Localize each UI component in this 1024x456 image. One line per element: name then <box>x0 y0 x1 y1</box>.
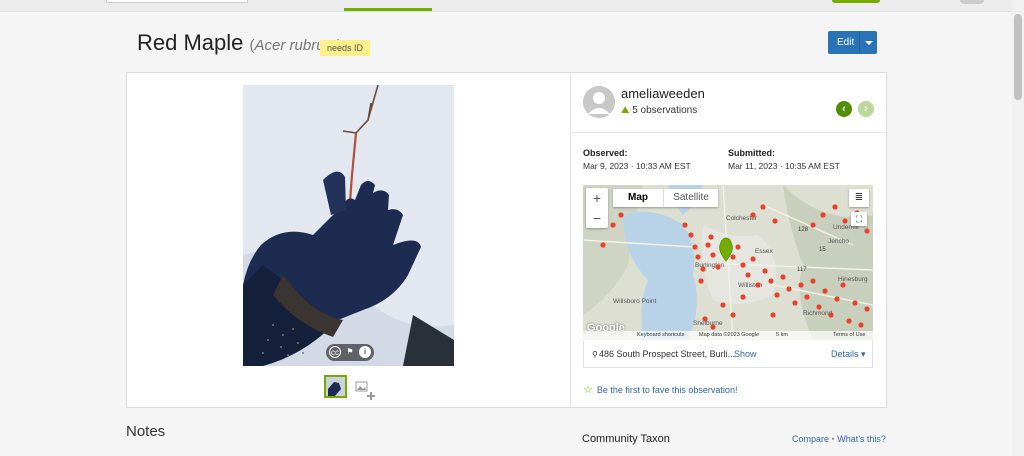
account-avatar[interactable] <box>960 0 984 4</box>
map-label-richmond: Richmond <box>803 310 833 317</box>
site-search-input[interactable] <box>106 0 248 3</box>
creative-commons-icon[interactable]: cc <box>329 346 341 358</box>
map-label-willsboro-point: Willsboro Point <box>613 298 657 305</box>
location-address: 486 South Prospect Street, Burli... <box>599 349 736 359</box>
community-taxon-links: Compare • What's this? <box>792 434 886 444</box>
scrollbar-thumb[interactable] <box>1014 14 1022 100</box>
observation-map[interactable]: Colchester Essex Williston Richmond Will… <box>583 185 873 340</box>
road-label-15: 15 <box>819 247 826 253</box>
fave-observation-link[interactable]: ☆ Be the first to fave this observation! <box>583 383 737 396</box>
whats-this-link[interactable]: What's this? <box>837 434 886 444</box>
details-label: Details <box>831 349 859 359</box>
page-scrollbar[interactable] <box>1012 0 1024 456</box>
caret-down-icon: ▾ <box>861 349 866 359</box>
user-avatar[interactable] <box>583 86 615 118</box>
photo-thumbnail[interactable] <box>324 375 347 398</box>
map-label-hinesburg: Hinesburg <box>838 276 868 283</box>
edit-dropdown-toggle[interactable] <box>859 31 877 54</box>
caret-down-icon <box>865 41 873 45</box>
compare-link[interactable]: Compare <box>792 434 829 444</box>
chevron-right-icon: › <box>864 103 868 115</box>
map-label-essex: Essex <box>755 248 773 255</box>
notes-heading: Notes <box>126 423 166 440</box>
show-location-link[interactable]: Show <box>734 349 757 359</box>
edit-button[interactable]: Edit <box>828 31 877 54</box>
gloved-hand-twig-illustration <box>243 85 454 366</box>
observation-card: cc ⚑ i ameliaweeden ⛰ 5 observations ‹ ›… <box>126 72 887 408</box>
map-terrain: Colchester Essex Williston Richmond Will… <box>583 185 873 340</box>
flag-icon[interactable]: ⚑ <box>344 346 356 358</box>
star-icon: ☆ <box>583 384 593 396</box>
satellite-tab[interactable]: Satellite <box>663 189 718 207</box>
common-name: Red Maple <box>137 30 244 55</box>
keyboard-shortcuts-link[interactable]: Keyboard shortcuts <box>637 332 684 338</box>
zoom-in-button[interactable]: + <box>586 188 608 208</box>
thumbnail-image <box>326 377 345 396</box>
next-observation-button[interactable]: › <box>858 101 874 117</box>
observations-count[interactable]: ⛰ 5 observations <box>621 105 697 116</box>
observed-label: Observed: <box>583 148 628 158</box>
details-dropdown[interactable]: Details ▾ <box>831 349 866 360</box>
submitted-date: Mar 11, 2023 · 10:35 AM EST <box>728 161 840 171</box>
community-taxon-heading: Community Taxon <box>582 433 670 445</box>
observations-count-label: 5 observations <box>632 105 698 116</box>
map-tab[interactable]: Map <box>613 189 663 207</box>
chevron-left-icon: ‹ <box>842 103 846 115</box>
add-photo-icon[interactable] <box>355 379 377 401</box>
map-attribution-bar: Keyboard shortcuts Map data ©2023 Google… <box>583 331 873 340</box>
photo-license-bar: cc ⚑ i <box>326 344 374 361</box>
road-label-117: 117 <box>797 267 807 273</box>
zoom-controls: + − <box>586 188 608 228</box>
username-link[interactable]: ameliaweeden <box>621 86 705 101</box>
card-divider <box>570 73 571 407</box>
quality-grade-badge: needs ID <box>320 40 371 56</box>
fave-label: Be the first to fave this observation! <box>596 385 738 395</box>
section-separator <box>571 132 887 133</box>
edit-label: Edit <box>837 37 855 48</box>
active-nav-indicator <box>344 8 432 11</box>
previous-observation-button[interactable]: ‹ <box>836 101 852 117</box>
page-title: Red Maple (Acer rubrum) <box>137 30 342 55</box>
road-label-128: 128 <box>798 227 809 233</box>
fullscreen-icon: ⛶ <box>855 214 863 224</box>
map-label-jericho: Jericho <box>828 238 849 245</box>
layers-icon: ≣ <box>854 192 864 203</box>
map-type-toggle: Map Satellite <box>613 189 718 207</box>
submitted-label: Submitted: <box>728 148 775 158</box>
link-separator: • <box>831 434 835 444</box>
location-row: ⚲ 486 South Prospect Street, Burli... Sh… <box>583 341 873 368</box>
observed-date: Mar 9, 2023 · 10:33 AM EST <box>583 161 691 171</box>
zoom-out-button[interactable]: − <box>586 208 608 228</box>
binoculars-icon: ⛰ <box>621 105 630 116</box>
map-scale[interactable]: 5 km <box>776 332 788 338</box>
info-icon[interactable]: i <box>359 346 371 358</box>
map-label-shelburne: Shelburne <box>693 320 723 327</box>
default-user-icon <box>583 86 615 118</box>
upload-button[interactable] <box>832 0 880 3</box>
map-pin-icon: ⚲ <box>592 350 598 359</box>
map-data-attribution: Map data ©2023 Google <box>699 332 760 338</box>
fullscreen-button[interactable]: ⛶ <box>851 212 867 226</box>
terms-of-use-link[interactable]: Terms of Use <box>833 332 865 338</box>
layers-button[interactable]: ≣ <box>849 189 869 207</box>
observation-photo[interactable]: cc ⚑ i <box>243 85 454 366</box>
image-plus-icon <box>355 381 375 400</box>
